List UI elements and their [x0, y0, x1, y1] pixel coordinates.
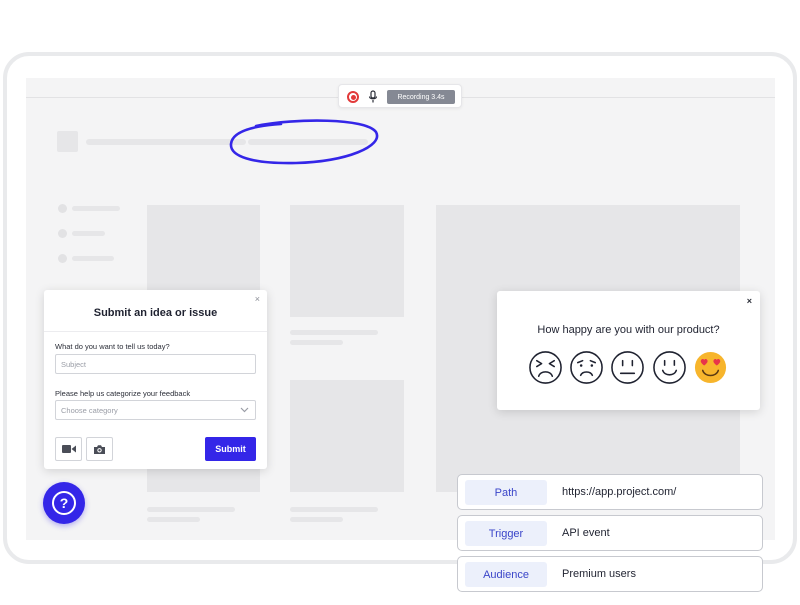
widget-title: Submit an idea or issue: [93, 307, 218, 319]
card-caption-placeholder: [147, 517, 200, 522]
question-mark-icon: ?: [52, 491, 76, 515]
sidebar-placeholder-line: [72, 206, 120, 211]
card-placeholder: [290, 380, 404, 492]
category-label: Please help us categorize your feedback: [55, 389, 191, 398]
camera-icon: [94, 444, 105, 454]
microphone-icon[interactable]: [367, 90, 379, 104]
card-caption-placeholder: [290, 517, 343, 522]
card-placeholder: [290, 205, 404, 317]
targeting-rule-audience[interactable]: Audience Premium users: [457, 556, 763, 592]
rule-value: https://app.project.com/: [562, 486, 677, 498]
rule-value: API event: [562, 527, 610, 539]
recording-toolbar: Recording 3.4s: [338, 84, 462, 108]
rule-key: Trigger: [465, 521, 547, 546]
card-caption-placeholder: [290, 507, 378, 512]
logo-placeholder: [57, 131, 78, 152]
submit-button[interactable]: Submit: [205, 437, 256, 461]
card-caption-placeholder: [147, 507, 235, 512]
happy-face-icon[interactable]: [652, 350, 687, 385]
sidebar-placeholder-dot: [58, 204, 67, 213]
unhappy-face-icon[interactable]: [569, 350, 604, 385]
heart-eyes-face-icon[interactable]: [693, 350, 728, 385]
sidebar-placeholder-dot: [58, 229, 67, 238]
subject-input[interactable]: Subject: [55, 354, 256, 374]
chevron-down-icon: [240, 407, 249, 413]
sidebar-placeholder-line: [72, 256, 114, 261]
card-caption-placeholder: [290, 340, 343, 345]
survey-question: How happy are you with our product?: [537, 324, 720, 336]
divider: [44, 331, 267, 332]
sidebar-placeholder-line: [72, 231, 105, 236]
annotation-ellipse: [229, 119, 379, 165]
rule-key: Audience: [465, 562, 547, 587]
rule-value: Premium users: [562, 568, 636, 580]
record-icon[interactable]: [347, 91, 359, 103]
rule-key: Path: [465, 480, 547, 505]
targeting-rule-path[interactable]: Path https://app.project.com/: [457, 474, 763, 510]
nav-placeholder: [86, 139, 246, 145]
very-unhappy-face-icon[interactable]: [528, 350, 563, 385]
close-icon[interactable]: ×: [747, 297, 752, 306]
record-video-button[interactable]: [55, 437, 82, 461]
sidebar-placeholder-dot: [58, 254, 67, 263]
neutral-face-icon[interactable]: [610, 350, 645, 385]
survey-widget: × How happy are you with our product?: [497, 291, 760, 410]
card-caption-placeholder: [290, 330, 378, 335]
category-select-value: Choose category: [61, 405, 118, 415]
category-select[interactable]: Choose category: [55, 400, 256, 420]
screenshot-button[interactable]: [86, 437, 113, 461]
help-button[interactable]: ?: [43, 482, 85, 524]
feedback-form-widget: × Submit an idea or issue What do you wa…: [44, 290, 267, 469]
subject-label: What do you want to tell us today?: [55, 342, 170, 351]
targeting-rule-trigger[interactable]: Trigger API event: [457, 515, 763, 551]
video-icon: [61, 445, 76, 453]
recording-timer: Recording 3.4s: [387, 90, 455, 104]
close-icon[interactable]: ×: [255, 295, 260, 304]
